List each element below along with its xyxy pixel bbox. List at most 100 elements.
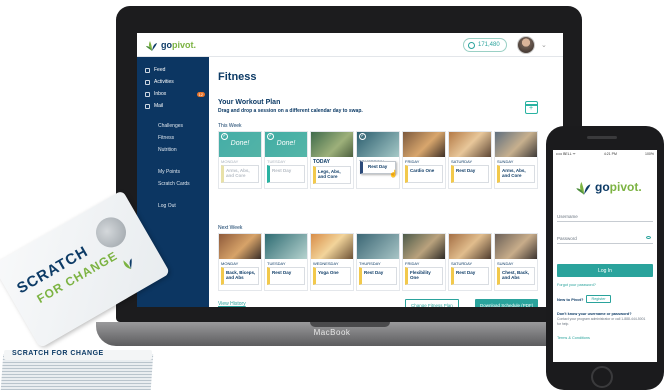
- leaf-logo-icon: [576, 181, 591, 195]
- gopivot-logo[interactable]: gopivot.: [145, 38, 196, 52]
- workout-thumbnail: ✓: [357, 132, 399, 157]
- workout-thumbnail: [403, 132, 445, 157]
- day-name: WEDNESDAY: [313, 261, 339, 266]
- session-card[interactable]: Flexibility One: [405, 267, 443, 285]
- session-card[interactable]: Back, Biceps, and Abs: [221, 267, 259, 285]
- sidebar-item-challenges[interactable]: Challenges: [158, 123, 183, 129]
- day-card[interactable]: TODAY Legs, Abs, and Core: [310, 131, 354, 189]
- session-card[interactable]: Arms, Abs, and Core: [221, 165, 259, 183]
- laptop-notch: [310, 322, 390, 327]
- password-field[interactable]: Password: [557, 230, 653, 244]
- download-schedule-button[interactable]: Download Schedule (PDF): [475, 299, 539, 307]
- session-card[interactable]: Arms, Abs, and Core: [497, 165, 535, 183]
- workout-thumbnail: [265, 234, 307, 259]
- gopivot-logo: gopivot.: [575, 178, 642, 196]
- show-password-icon[interactable]: [646, 236, 651, 239]
- mail-icon: [145, 103, 150, 109]
- main-content: Fitness Your Workout Plan Drag and drop …: [209, 57, 563, 307]
- sidebar-item-label: Inbox: [154, 91, 167, 97]
- help-text: Contact your program administrator or ca…: [557, 317, 646, 326]
- day-card[interactable]: ✓ Done! MONDAY Arms, Abs, and Core: [218, 131, 262, 189]
- session-card[interactable]: Rest Day: [267, 267, 305, 285]
- coin-icon: [468, 41, 475, 49]
- scratch-area: [90, 211, 132, 253]
- help-title: Don't know your username or password?: [557, 312, 632, 316]
- sidebar-item-scratch-cards[interactable]: Scratch Cards: [158, 181, 190, 187]
- day-card[interactable]: FRIDAY Flexibility One: [402, 233, 446, 291]
- sidebar-item-my-points[interactable]: My Points: [158, 169, 180, 175]
- day-name: SUNDAY: [497, 261, 514, 266]
- sidebar-item-activities[interactable]: Activities: [145, 79, 205, 85]
- login-button[interactable]: Log In: [557, 264, 653, 277]
- session-card[interactable]: Yoga One: [313, 267, 351, 285]
- day-card[interactable]: WEDNESDAY Yoga One: [310, 233, 354, 291]
- next-week-row: MONDAY Back, Biceps, and Abs TUESDAY Res…: [218, 233, 538, 291]
- day-card[interactable]: SUNDAY Arms, Abs, and Core: [494, 131, 538, 189]
- sidebar-item-nutrition[interactable]: Nutrition: [158, 147, 177, 153]
- day-name: TODAY: [313, 159, 330, 165]
- new-user-row: New to Pivot? Register: [557, 295, 611, 303]
- carrier: ••••• BELL ᯤ: [556, 152, 576, 156]
- workout-thumbnail: ✓ Done!: [219, 132, 261, 157]
- view-history-link[interactable]: View History: [218, 301, 246, 307]
- workout-thumbnail: [403, 234, 445, 259]
- chevron-down-icon[interactable]: ⌄: [541, 41, 547, 49]
- sidebar-item-mail[interactable]: Mail: [145, 103, 205, 109]
- change-fitness-plan-button[interactable]: Change Fitness Plan: [405, 299, 459, 307]
- day-card[interactable]: SATURDAY Rest Day: [448, 233, 492, 291]
- session-card[interactable]: Legs, Abs, and Core: [313, 166, 351, 184]
- day-name: TUESDAY: [267, 159, 286, 164]
- done-label: Done!: [276, 140, 296, 147]
- workout-thumbnail: [495, 132, 537, 157]
- points-balance[interactable]: 171,480: [463, 38, 507, 52]
- password-placeholder: Password: [557, 236, 577, 241]
- day-card[interactable]: FRIDAY Cardio One: [402, 131, 446, 189]
- day-name: MONDAY: [221, 159, 239, 164]
- workout-thumbnail: [495, 234, 537, 259]
- forgot-password-link[interactable]: Forgot your password?: [557, 283, 596, 287]
- day-name: SUNDAY: [497, 159, 514, 164]
- workout-thumbnail: [357, 234, 399, 259]
- phone-home-button[interactable]: [591, 366, 613, 388]
- sidebar-item-fitness[interactable]: Fitness: [158, 135, 174, 141]
- session-card[interactable]: Rest Day: [267, 165, 305, 183]
- inbox-badge: 12: [196, 91, 205, 97]
- scratch-stack-text: SCRATCH FOR CHANGE: [12, 350, 104, 357]
- day-card[interactable]: SATURDAY Rest Day: [448, 131, 492, 189]
- session-card[interactable]: Rest Day: [451, 267, 489, 285]
- register-button[interactable]: Register: [586, 295, 611, 303]
- day-name: TUESDAY: [267, 261, 286, 266]
- leaf-logo-icon: [123, 258, 132, 270]
- new-user-label: New to Pivot?: [557, 296, 584, 302]
- phone-speaker: [587, 136, 617, 139]
- terms-link[interactable]: Terms & Conditions: [557, 336, 590, 340]
- session-card[interactable]: Rest Day: [451, 165, 489, 183]
- points-value: 171,480: [478, 42, 500, 48]
- next-week-label: Next Week: [218, 225, 243, 231]
- logo-text: gopivot.: [161, 40, 196, 50]
- sidebar-item-log-out[interactable]: Log Out: [158, 203, 176, 209]
- sidebar-item-label: Mail: [154, 103, 164, 109]
- day-card[interactable]: MONDAY Back, Biceps, and Abs: [218, 233, 262, 291]
- day-card[interactable]: TUESDAY Rest Day: [264, 233, 308, 291]
- day-card[interactable]: SUNDAY Chest, Back, and Abs: [494, 233, 538, 291]
- day-card[interactable]: THURSDAY Rest Day: [356, 233, 400, 291]
- activities-icon: [145, 79, 150, 85]
- session-card[interactable]: Rest Day: [359, 267, 397, 285]
- done-label: Done!: [230, 140, 250, 147]
- add-calendar-icon[interactable]: +: [525, 101, 538, 114]
- session-card[interactable]: Cardio One: [405, 165, 443, 183]
- username-field[interactable]: Username: [557, 208, 653, 222]
- laptop-screen: gopivot. 171,480 ⌄ Feed Activities Inbox…: [137, 33, 563, 307]
- product-showcase: SCRATCH FOR CHANGE MacBook gopivot. 171,…: [0, 0, 664, 390]
- sidebar-item-inbox[interactable]: Inbox 12: [145, 91, 205, 97]
- day-card[interactable]: ✓ Done! TUESDAY Rest Day: [264, 131, 308, 189]
- sidebar-item-feed[interactable]: Feed: [145, 67, 205, 73]
- check-icon: ✓: [221, 133, 228, 140]
- avatar[interactable]: [517, 36, 535, 54]
- status-bar: ••••• BELL ᯤ 4:21 PM 100%: [553, 150, 657, 158]
- session-card[interactable]: Chest, Back, and Abs: [497, 267, 535, 285]
- battery: 100%: [645, 152, 654, 156]
- this-week-label: This Week: [218, 123, 242, 129]
- day-card[interactable]: ✓ TOMORROW Rest Day ☝: [356, 131, 400, 189]
